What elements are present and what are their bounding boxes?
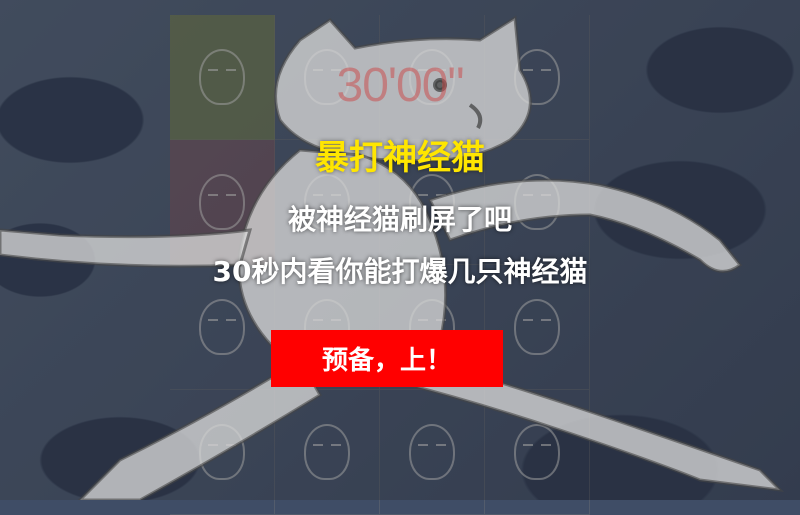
subtitle-line-1: 被神经猫刷屏了吧 [287, 203, 512, 236]
game-title: 暴打神经猫 [315, 138, 485, 178]
countdown-timer: 30'00" [336, 59, 465, 112]
start-button[interactable]: 预备，上！ [271, 330, 503, 387]
subtitle-line-2: 30秒内看你能打爆几只神经猫 [212, 255, 588, 288]
